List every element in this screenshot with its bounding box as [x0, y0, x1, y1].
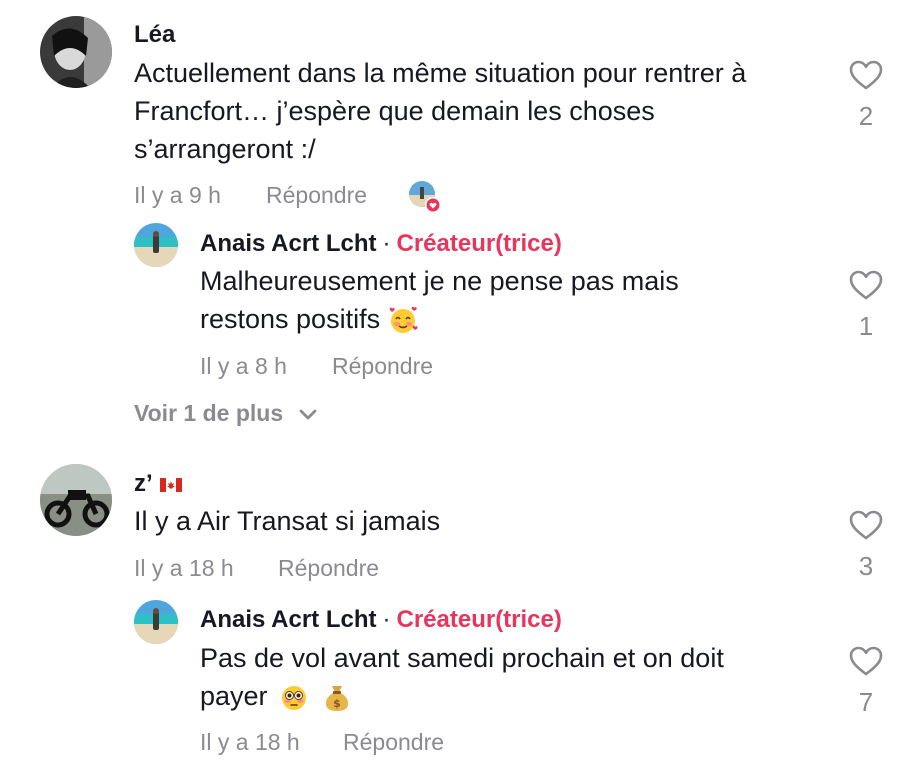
svg-text:$: $	[333, 697, 341, 710]
comment-username[interactable]: Léa	[134, 21, 175, 49]
reply-text-line: payer	[200, 681, 268, 711]
heart-outline-icon[interactable]	[849, 510, 883, 540]
separator: ·	[382, 606, 391, 633]
reply-username[interactable]: Anais Acrt Lcht	[200, 230, 376, 257]
canada-flag-icon	[160, 477, 183, 492]
like-button[interactable]: 1	[838, 270, 894, 342]
reply-text-line-with-emoji: payer $	[200, 677, 351, 715]
avatar[interactable]	[134, 600, 178, 644]
heart-outline-icon[interactable]	[849, 646, 883, 676]
view-more-replies-button[interactable]: Voir 1 de plus	[134, 400, 318, 427]
view-more-label: Voir 1 de plus	[134, 400, 284, 426]
reply-timestamp: Il y a 8 h	[200, 353, 287, 379]
heart-outline-icon[interactable]	[849, 270, 883, 300]
reply-button[interactable]: Répondre	[343, 729, 444, 756]
reply-timestamp: Il y a 18 h	[200, 729, 300, 755]
smiling-face-with-hearts-icon	[389, 306, 418, 333]
comment-username-row: z’	[134, 470, 183, 498]
comment-text-line: Il y a Air Transat si jamais	[134, 506, 441, 536]
reply-text-line: restons positifs	[200, 304, 381, 334]
avatar[interactable]	[134, 223, 178, 267]
reply-text-line: Malheureusement je ne pense pas mais	[200, 266, 679, 296]
avatar[interactable]	[40, 16, 112, 88]
chevron-down-icon	[299, 409, 316, 420]
reply-username-row: Anais Acrt Lcht · Créateur(trice)	[200, 606, 562, 634]
creator-badge: Créateur(trice)	[396, 230, 562, 257]
like-count: 2	[858, 101, 874, 131]
reply-username[interactable]: Anais Acrt Lcht	[200, 606, 376, 633]
separator: ·	[382, 230, 391, 257]
avatar[interactable]	[40, 464, 112, 536]
reply-button[interactable]: Répondre	[266, 182, 367, 209]
reply-button[interactable]: Répondre	[332, 353, 433, 380]
like-button[interactable]: 3	[838, 510, 894, 582]
creator-liked-badge	[408, 180, 442, 214]
like-count: 7	[858, 687, 874, 717]
comment-text-line: Actuellement dans la même situation pour…	[134, 58, 747, 88]
flushed-face-icon	[282, 685, 307, 710]
comment-timestamp: Il y a 9 h	[134, 182, 221, 208]
reply-text-line: Pas de vol avant samedi prochain et on d…	[200, 643, 724, 673]
creator-avatar-mini-icon	[409, 181, 441, 213]
money-bag-icon: $	[325, 685, 348, 711]
heart-outline-icon[interactable]	[849, 60, 883, 90]
comment-text-line: Francfort… j’espère que demain les chose…	[134, 96, 655, 126]
reply-text-line-with-emoji: restons positifs	[200, 300, 418, 338]
like-count: 3	[858, 551, 874, 581]
comment-text-line: s’arrangeront :/	[134, 134, 316, 164]
comment-timestamp: Il y a 18 h	[134, 555, 234, 581]
reply-button[interactable]: Répondre	[278, 555, 379, 582]
like-button[interactable]: 7	[838, 646, 894, 718]
comment-username[interactable]: z’	[134, 470, 151, 497]
like-count: 1	[858, 311, 874, 341]
creator-badge: Créateur(trice)	[396, 606, 562, 633]
reply-username-row: Anais Acrt Lcht · Créateur(trice)	[200, 230, 562, 258]
like-button[interactable]: 2	[838, 60, 894, 132]
